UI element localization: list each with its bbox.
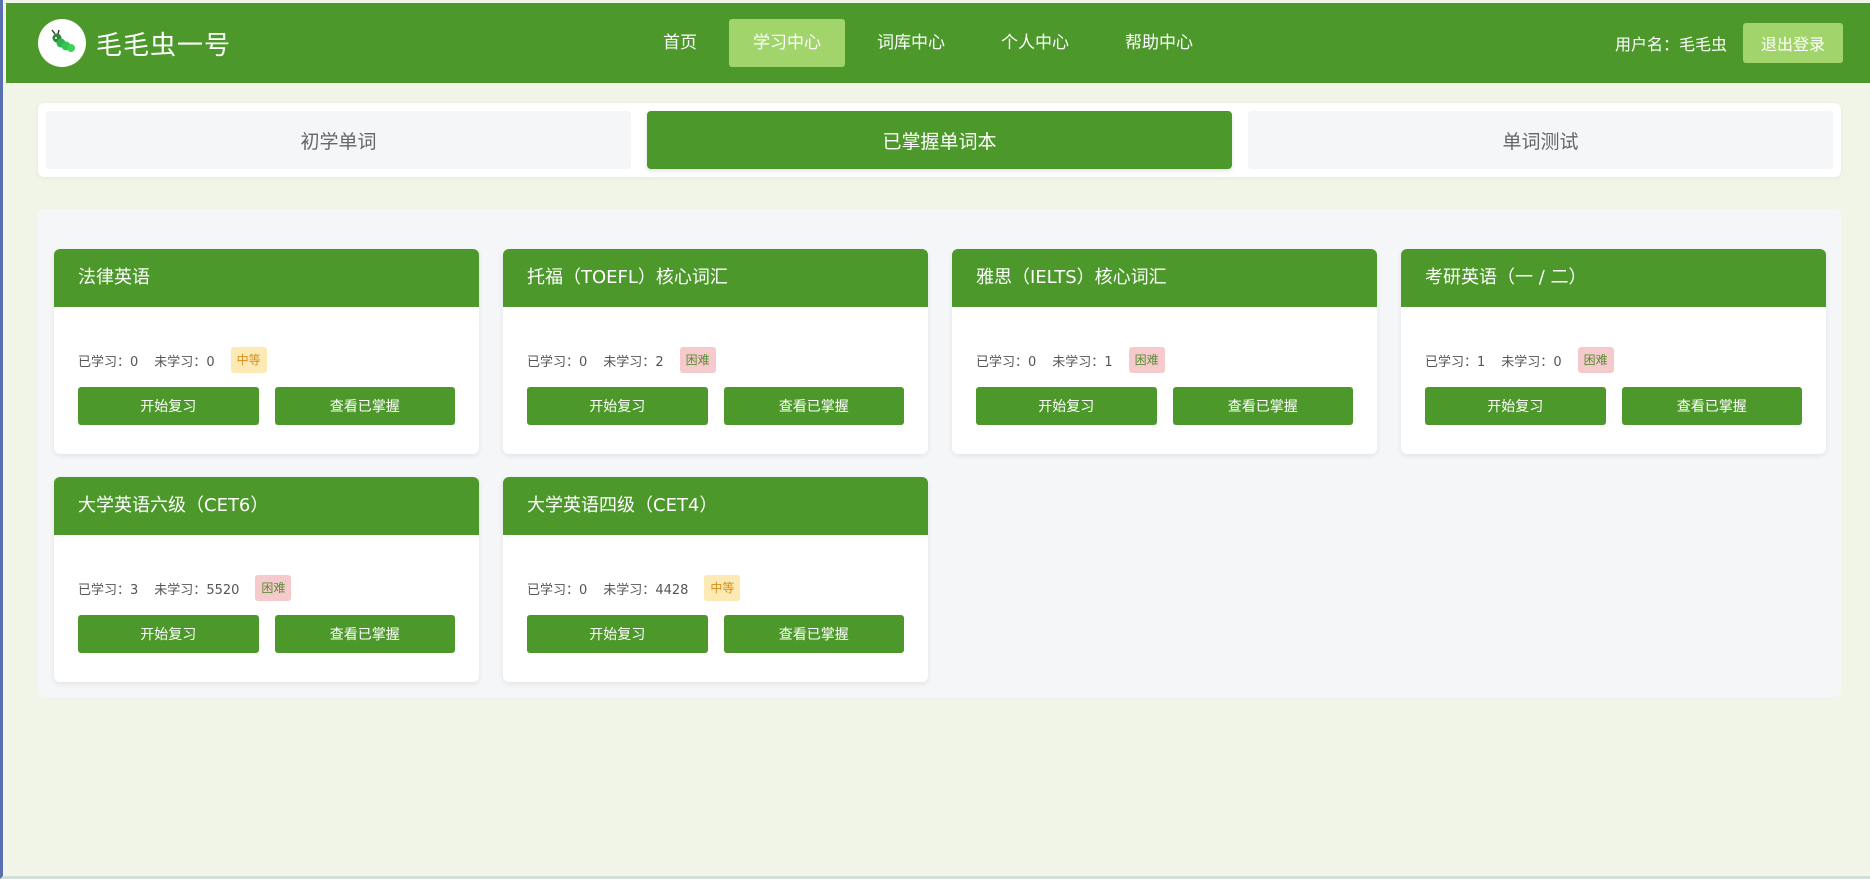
card-title: 雅思（IELTS）核心词汇 — [952, 249, 1377, 307]
card-stats: 已学习：3 未学习：5520 困难 — [78, 575, 479, 601]
unlearned-label: 未学习： — [1501, 354, 1554, 370]
learned-stat: 已学习：1 — [1425, 351, 1485, 370]
learned-stat: 已学习：0 — [527, 351, 587, 370]
difficulty-badge: 困难 — [679, 347, 716, 373]
unlearned-label: 未学习： — [1052, 354, 1105, 370]
learned-count: 0 — [579, 582, 588, 598]
wordbook-card: 考研英语（一 / 二） 已学习：1 未学习：0 困难 开始复习 查看已掌握 — [1401, 249, 1826, 454]
wordbook-card: 大学英语四级（CET4） 已学习：0 未学习：4428 中等 开始复习 查看已掌… — [503, 477, 928, 682]
unlearned-stat: 未学习：2 — [603, 351, 663, 370]
learned-count: 0 — [130, 354, 139, 370]
learned-count: 1 — [1477, 354, 1486, 370]
app-frame: 毛毛虫一号 首页 学习中心 词库中心 个人中心 帮助中心 用户名：毛毛虫 退出登录 初学… — [0, 0, 1870, 879]
view-mastered-button[interactable]: 查看已掌握 — [274, 615, 455, 653]
start-review-button[interactable]: 开始复习 — [78, 615, 259, 653]
username-label: 用户名：毛毛虫 — [1614, 35, 1727, 54]
card-title: 大学英语六级（CET6） — [54, 477, 479, 535]
nav-item-4[interactable]: 帮助中心 — [1101, 19, 1217, 67]
logout-button[interactable]: 退出登录 — [1742, 23, 1843, 63]
difficulty-badge: 困难 — [1577, 347, 1614, 373]
nav-item-3[interactable]: 个人中心 — [977, 19, 1093, 67]
nav-item-1[interactable]: 学习中心 — [729, 19, 845, 67]
unlearned-count: 1 — [1104, 354, 1113, 370]
nav-item-0[interactable]: 首页 — [639, 19, 721, 67]
top-header: 毛毛虫一号 首页 学习中心 词库中心 个人中心 帮助中心 用户名：毛毛虫 退出登录 — [6, 3, 1870, 83]
unlearned-count: 5520 — [206, 582, 240, 598]
card-title: 托福（TOEFL）核心词汇 — [503, 249, 928, 307]
unlearned-stat: 未学习：0 — [1501, 351, 1561, 370]
view-mastered-button[interactable]: 查看已掌握 — [274, 387, 455, 425]
unlearned-count: 4428 — [655, 582, 689, 598]
card-title: 大学英语四级（CET4） — [503, 477, 928, 535]
learned-stat: 已学习：0 — [78, 351, 138, 370]
card-stats: 已学习：0 未学习：1 困难 — [976, 347, 1377, 373]
unlearned-stat: 未学习：1 — [1052, 351, 1112, 370]
tab-2[interactable]: 单词测试 — [1248, 111, 1833, 169]
unlearned-stat: 未学习：4428 — [603, 579, 688, 598]
card-actions: 开始复习 查看已掌握 — [976, 387, 1353, 425]
start-review-button[interactable]: 开始复习 — [527, 387, 708, 425]
start-review-button[interactable]: 开始复习 — [78, 387, 259, 425]
main-nav: 首页 学习中心 词库中心 个人中心 帮助中心 — [639, 19, 1225, 67]
view-mastered-button[interactable]: 查看已掌握 — [723, 615, 904, 653]
difficulty-badge: 困难 — [255, 575, 292, 601]
unlearned-stat: 未学习：0 — [154, 351, 214, 370]
learned-stat: 已学习：0 — [527, 579, 587, 598]
unlearned-count: 0 — [206, 354, 215, 370]
nav-item-2[interactable]: 词库中心 — [853, 19, 969, 67]
card-stats: 已学习：0 未学习：0 中等 — [78, 347, 479, 373]
brand-name: 毛毛虫一号 — [96, 30, 232, 61]
card-stats: 已学习：0 未学习：4428 中等 — [527, 575, 928, 601]
wordbook-card: 托福（TOEFL）核心词汇 已学习：0 未学习：2 困难 开始复习 查看已掌握 — [503, 249, 928, 454]
unlearned-label: 未学习： — [154, 582, 207, 598]
view-mastered-button[interactable]: 查看已掌握 — [1621, 387, 1802, 425]
start-review-button[interactable]: 开始复习 — [976, 387, 1157, 425]
wordbook-card: 法律英语 已学习：0 未学习：0 中等 开始复习 查看已掌握 — [54, 249, 479, 454]
difficulty-badge: 中等 — [704, 575, 741, 601]
learned-label: 已学习： — [976, 354, 1029, 370]
card-actions: 开始复习 查看已掌握 — [78, 387, 455, 425]
view-mastered-button[interactable]: 查看已掌握 — [723, 387, 904, 425]
unlearned-stat: 未学习：5520 — [154, 579, 239, 598]
start-review-button[interactable]: 开始复习 — [527, 615, 708, 653]
user-area: 用户名：毛毛虫 退出登录 — [1615, 23, 1843, 63]
card-actions: 开始复习 查看已掌握 — [78, 615, 455, 653]
card-actions: 开始复习 查看已掌握 — [1425, 387, 1802, 425]
unlearned-label: 未学习： — [603, 582, 656, 598]
card-actions: 开始复习 查看已掌握 — [527, 387, 904, 425]
start-review-button[interactable]: 开始复习 — [1425, 387, 1606, 425]
tab-1[interactable]: 已掌握单词本 — [647, 111, 1232, 169]
difficulty-badge: 中等 — [230, 347, 267, 373]
unlearned-count: 2 — [655, 354, 664, 370]
study-tabs: 初学单词 已掌握单词本 单词测试 — [38, 103, 1841, 177]
learned-label: 已学习： — [78, 354, 131, 370]
view-mastered-button[interactable]: 查看已掌握 — [1172, 387, 1353, 425]
card-title: 法律英语 — [54, 249, 479, 307]
learned-count: 3 — [130, 582, 139, 598]
learned-stat: 已学习：3 — [78, 579, 138, 598]
learned-count: 0 — [579, 354, 588, 370]
card-stats: 已学习：0 未学习：2 困难 — [527, 347, 928, 373]
learned-label: 已学习： — [1425, 354, 1478, 370]
learned-count: 0 — [1028, 354, 1037, 370]
caterpillar-logo-icon — [38, 19, 86, 67]
card-stats: 已学习：1 未学习：0 困难 — [1425, 347, 1826, 373]
unlearned-label: 未学习： — [154, 354, 207, 370]
wordbook-card: 雅思（IELTS）核心词汇 已学习：0 未学习：1 困难 开始复习 查看已掌握 — [952, 249, 1377, 454]
learned-label: 已学习： — [527, 582, 580, 598]
wordbook-panel: 法律英语 已学习：0 未学习：0 中等 开始复习 查看已掌握 托福（TOEFL）… — [38, 209, 1841, 697]
card-title: 考研英语（一 / 二） — [1401, 249, 1826, 307]
difficulty-badge: 困难 — [1128, 347, 1165, 373]
learned-label: 已学习： — [78, 582, 131, 598]
unlearned-label: 未学习： — [603, 354, 656, 370]
learned-label: 已学习： — [527, 354, 580, 370]
unlearned-count: 0 — [1553, 354, 1562, 370]
tab-0[interactable]: 初学单词 — [46, 111, 631, 169]
wordbook-card: 大学英语六级（CET6） 已学习：3 未学习：5520 困难 开始复习 查看已掌… — [54, 477, 479, 682]
card-actions: 开始复习 查看已掌握 — [527, 615, 904, 653]
learned-stat: 已学习：0 — [976, 351, 1036, 370]
logo[interactable]: 毛毛虫一号 — [38, 19, 231, 67]
